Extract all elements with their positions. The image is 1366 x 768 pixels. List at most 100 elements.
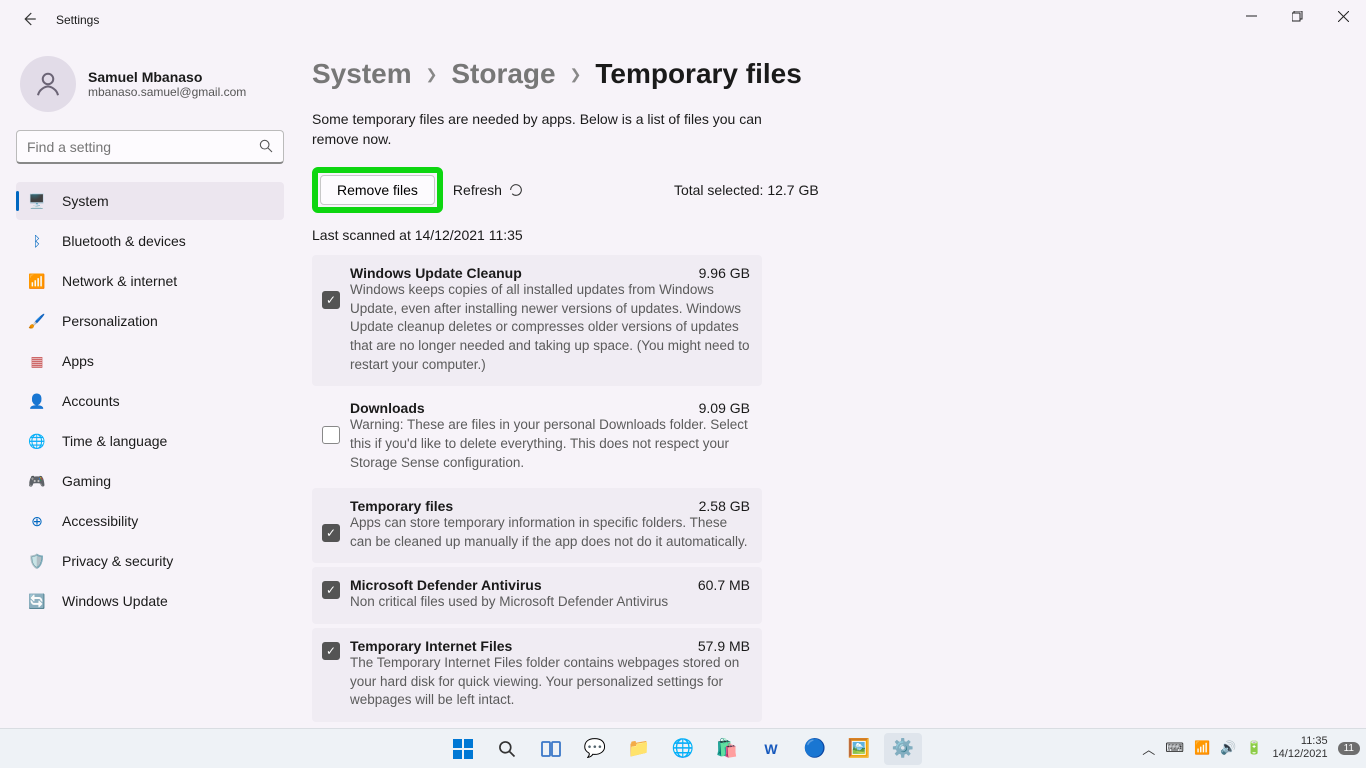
nav-icon: 🔄 [28,593,46,610]
storage-item: ✓ Windows Update Cleanup 9.96 GBWindows ke… [312,255,762,386]
nav-label: Time & language [62,433,167,449]
nav-icon: ▦ [28,353,46,370]
item-size: 9.09 GB [699,400,750,416]
nav-label: Gaming [62,473,111,489]
item-size: 60.7 MB [698,577,750,593]
nav-icon: 📶 [28,273,46,290]
checkbox[interactable] [322,426,340,444]
item-description: Windows keeps copies of all installed up… [350,281,750,374]
nav-item-privacy-security[interactable]: 🛡️Privacy & security [16,542,284,580]
item-description: Warning: These are files in your persona… [350,416,750,472]
chat-icon[interactable]: 💬 [576,733,614,765]
breadcrumb-storage[interactable]: Storage [451,58,555,90]
main-content: System ❯ Storage ❯ Temporary files Some … [300,40,1366,728]
profile[interactable]: Samuel Mbanaso mbanaso.samuel@gmail.com [20,56,284,112]
item-title: Temporary files [350,498,453,514]
storage-item: ✓ Temporary files 2.58 GBApps can store te… [312,488,762,563]
breadcrumb-current: Temporary files [595,58,801,90]
breadcrumb-system[interactable]: System [312,58,412,90]
chevron-right-icon: ❯ [426,66,438,83]
minimize-button[interactable] [1228,0,1274,32]
search-input[interactable] [16,130,284,164]
storage-item: Downloads9.09 GBWarning: These are files… [312,390,762,484]
photos-icon[interactable]: 🖼️ [840,733,878,765]
window-title: Settings [56,13,99,27]
clock[interactable]: 11:35 14/12/2021 [1273,735,1328,760]
wifi-icon[interactable]: 📶 [1194,740,1210,756]
refresh-icon [508,182,524,198]
maximize-button[interactable] [1274,0,1320,32]
avatar [20,56,76,112]
volume-icon[interactable]: 🔊 [1220,740,1236,756]
refresh-button[interactable]: Refresh [453,182,524,198]
checkbox[interactable]: ✓ [322,524,340,542]
remove-files-button[interactable]: Remove files [320,175,435,205]
item-title: Windows Update Cleanup [350,265,522,281]
item-size: 9.96 GB [699,265,750,281]
time: 11:35 [1273,735,1328,748]
page-description: Some temporary files are needed by apps.… [312,110,772,149]
item-title: Microsoft Defender Antivirus [350,577,542,593]
battery-icon[interactable]: 🔋 [1246,740,1262,756]
sidebar: Samuel Mbanaso mbanaso.samuel@gmail.com … [0,40,300,728]
nav-icon: ⊕ [28,513,46,530]
nav-icon: 🎮 [28,473,46,490]
nav-icon: 🌐 [28,433,46,450]
nav-icon: 🖌️ [28,313,46,330]
nav-item-apps[interactable]: ▦ Apps [16,342,284,380]
nav-icon: ᛒ [28,233,46,249]
system-tray: ︿ ⌨ 📶 🔊 🔋 11:35 14/12/2021 11 [1142,728,1360,768]
breadcrumb: System ❯ Storage ❯ Temporary files [312,58,1346,90]
nav-label: Accounts [62,393,120,409]
item-description: Non critical files used by Microsoft Def… [350,593,750,612]
edge-icon[interactable]: 🌐 [664,733,702,765]
checkbox[interactable]: ✓ [322,581,340,599]
nav-item-time-language[interactable]: 🌐 Time & language [16,422,284,460]
search-icon[interactable] [258,138,274,154]
word-icon[interactable]: W [752,733,790,765]
item-description: The Temporary Internet Files folder cont… [350,654,750,710]
item-title: Temporary Internet Files [350,638,512,654]
refresh-label: Refresh [453,182,502,198]
nav-item-personalization[interactable]: 🖌️Personalization [16,302,284,340]
storage-item: ✓ Microsoft Defender Antivirus 60.7 MBNon … [312,567,762,624]
notification-badge[interactable]: 11 [1338,742,1360,755]
nav-item-accessibility[interactable]: ⊕ Accessibility [16,502,284,540]
nav-item-gaming[interactable]: 🎮 Gaming [16,462,284,500]
nav-item-system[interactable]: 🖥️System [16,182,284,220]
nav-label: Accessibility [62,513,138,529]
settings-icon[interactable]: ⚙️ [884,733,922,765]
item-size: 2.58 GB [699,498,750,514]
taskbar: 💬 📁 🌐 🛍️ W 🔵 🖼️ ⚙️ ︿ ⌨ 📶 🔊 🔋 11:35 14/12… [0,728,1366,768]
items-list: ✓ Windows Update Cleanup 9.96 GBWindows ke… [312,255,762,722]
chrome-icon[interactable]: 🔵 [796,733,834,765]
nav-label: Apps [62,353,94,369]
checkbox[interactable]: ✓ [322,291,340,309]
profile-email: mbanaso.samuel@gmail.com [88,85,246,99]
tray-chevron-icon[interactable]: ︿ [1142,739,1155,758]
highlight-box: Remove files [312,167,443,213]
nav-list: 🖥️SystemᛒBluetooth & devices 📶 Network & i… [16,182,284,620]
nav-label: Windows Update [62,593,168,609]
nav-label: Network & internet [62,273,177,289]
last-scanned: Last scanned at 14/12/2021 11:35 [312,227,1346,243]
nav-icon: 🛡️ [28,553,46,570]
start-button[interactable] [444,733,482,765]
taskbar-search-icon[interactable] [488,733,526,765]
store-icon[interactable]: 🛍️ [708,733,746,765]
nav-item-windows-update[interactable]: 🔄 Windows Update [16,582,284,620]
back-button[interactable] [20,10,40,30]
storage-item: ✓Temporary Internet Files57.9 MBThe Temp… [312,628,762,722]
nav-item-accounts[interactable]: 👤 Accounts [16,382,284,420]
checkbox[interactable]: ✓ [322,642,340,660]
nav-icon: 👤 [28,393,46,410]
keyboard-icon[interactable]: ⌨ [1165,740,1184,756]
task-view-icon[interactable] [532,733,570,765]
total-selected: Total selected: 12.7 GB [674,182,819,198]
date: 14/12/2021 [1273,748,1328,761]
close-button[interactable] [1320,0,1366,32]
nav-item-bluetooth-devices[interactable]: ᛒBluetooth & devices [16,222,284,260]
file-explorer-icon[interactable]: 📁 [620,733,658,765]
nav-item-network-internet[interactable]: 📶 Network & internet [16,262,284,300]
item-description: Apps can store temporary information in … [350,514,750,551]
